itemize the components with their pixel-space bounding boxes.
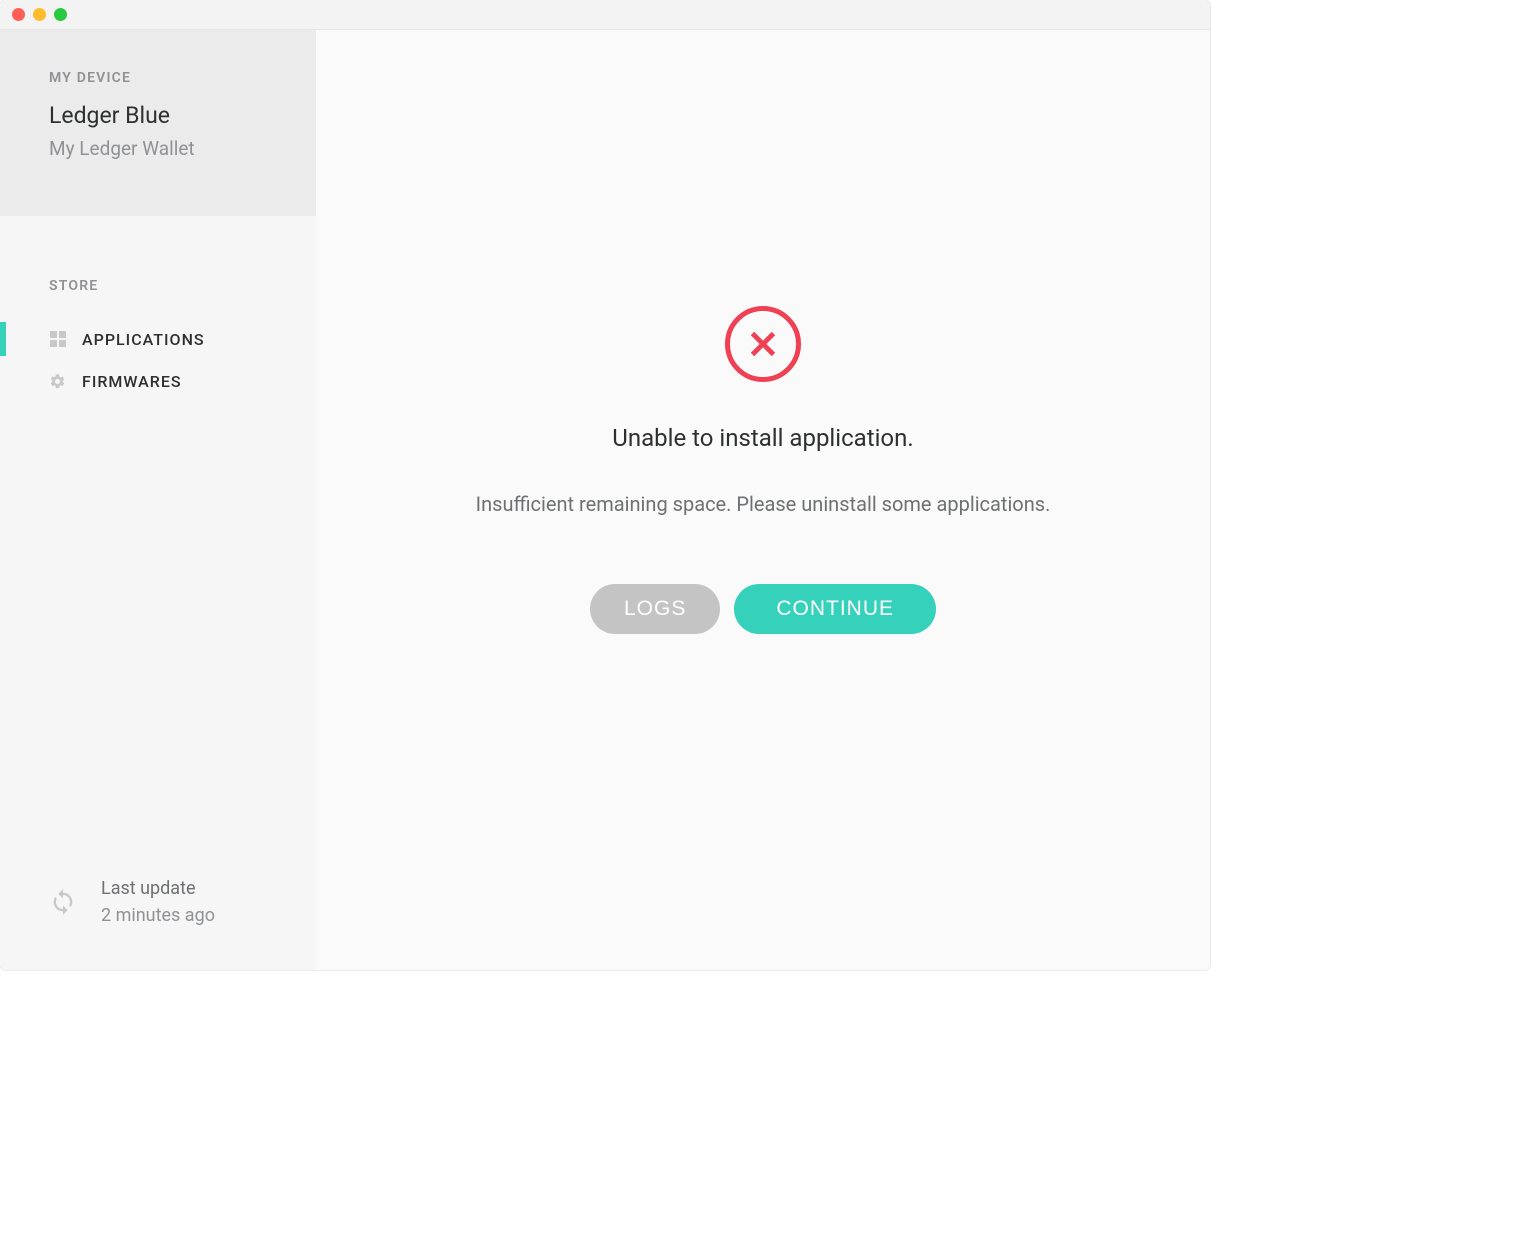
- window-body: MY DEVICE Ledger Blue My Ledger Wallet S…: [0, 30, 1210, 970]
- main-content: Unable to install application. Insuffici…: [316, 30, 1210, 970]
- continue-button[interactable]: CONTINUE: [734, 584, 936, 634]
- minimize-window-button[interactable]: [33, 8, 46, 21]
- close-window-button[interactable]: [12, 8, 25, 21]
- device-name: Ledger Blue: [0, 86, 316, 129]
- titlebar[interactable]: [0, 0, 1210, 30]
- my-device-heading: MY DEVICE: [0, 70, 316, 86]
- error-title: Unable to install application.: [612, 424, 913, 452]
- footer-text: Last update 2 minutes ago: [101, 878, 215, 926]
- sidebar: MY DEVICE Ledger Blue My Ledger Wallet S…: [0, 30, 316, 970]
- traffic-lights: [12, 8, 67, 21]
- nav-item-applications[interactable]: APPLICATIONS: [0, 318, 316, 360]
- error-subtitle: Insufficient remaining space. Please uni…: [476, 492, 1051, 516]
- last-update-time: 2 minutes ago: [101, 905, 215, 926]
- nav-item-firmwares[interactable]: FIRMWARES: [0, 360, 316, 402]
- maximize-window-button[interactable]: [54, 8, 67, 21]
- device-subtitle: My Ledger Wallet: [0, 129, 316, 160]
- nav-items: APPLICATIONS FIRMWARES: [0, 318, 316, 402]
- sidebar-footer: Last update 2 minutes ago: [0, 878, 316, 970]
- apps-grid-icon: [49, 331, 66, 348]
- button-row: LOGS CONTINUE: [590, 584, 936, 634]
- error-icon: [725, 306, 801, 382]
- last-update-label: Last update: [101, 878, 215, 899]
- nav-label-firmwares: FIRMWARES: [82, 372, 182, 391]
- logs-button[interactable]: LOGS: [590, 584, 720, 634]
- app-window: MY DEVICE Ledger Blue My Ledger Wallet S…: [0, 0, 1210, 970]
- sidebar-device-panel: MY DEVICE Ledger Blue My Ledger Wallet: [0, 30, 316, 216]
- nav-label-applications: APPLICATIONS: [82, 330, 205, 349]
- store-heading: STORE: [0, 278, 316, 294]
- gear-icon: [49, 373, 66, 390]
- refresh-icon[interactable]: [49, 888, 77, 916]
- error-panel: Unable to install application. Insuffici…: [476, 306, 1051, 634]
- sidebar-store-section: STORE APPLICATIONS: [0, 216, 316, 402]
